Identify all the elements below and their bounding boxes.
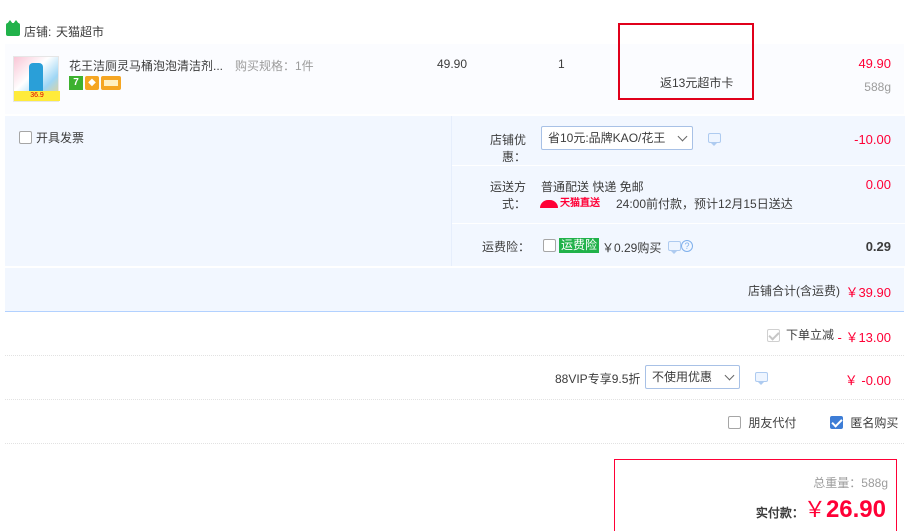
shop-header: 店铺: 天猫超市 (0, 18, 909, 44)
rebate-text: 返13元超市卡 (660, 76, 734, 90)
vip-label: 88VIP专享9.5折 (555, 372, 641, 386)
shipping-method: 普通配送 快递 免邮 (541, 180, 644, 194)
shop-subtotal: 店铺合计(含运费) ￥39.90 (5, 268, 904, 312)
help-icon[interactable]: ? (681, 240, 693, 252)
message-icon[interactable] (668, 241, 681, 254)
message-icon[interactable] (708, 133, 721, 146)
instant-cut-label: 下单立减 (786, 328, 835, 342)
insurance-row: 运费险： 运费险 ￥0.29购买 ? 0.29 (452, 224, 905, 266)
anonymous-option[interactable]: 匿名购买 (830, 414, 898, 431)
shop-discount-row: 店铺优惠： 省10元:品牌KAO/花王 -10.00 (452, 116, 905, 165)
invoice-section: 开具发票 (5, 116, 451, 266)
message-icon[interactable] (755, 372, 768, 385)
instant-cut-checkbox (767, 329, 780, 343)
final-pay-label: 实付款： (755, 506, 804, 520)
friend-pay-label: 朋友代付 (748, 416, 797, 430)
shop-label: 店铺: (24, 25, 52, 39)
quantity: 1 (558, 57, 565, 71)
currency-symbol: ￥ (803, 497, 826, 522)
shop-discount-select[interactable]: 省10元:品牌KAO/花王 (541, 126, 693, 150)
tmall-shop-icon (6, 20, 20, 36)
shop-discount-label: 店铺优惠： (489, 133, 526, 164)
vip-discount-select[interactable]: 不使用优惠 (645, 365, 740, 389)
instant-cut-row: 下单立减 - ￥13.00 (5, 313, 904, 355)
item-weight: 588g (864, 80, 891, 94)
insurance-tag: 运费险 (559, 238, 600, 253)
insurance-price: ￥0.29购买 (602, 241, 662, 255)
total-weight: 总重量：588g (813, 476, 888, 490)
shipping-row: 运送方式： 普通配送 快递 免邮 天猫直送 24:00前付款，预计12月15日送… (452, 166, 905, 223)
insurance-checkbox[interactable] (543, 239, 556, 252)
vip-discount-row: 88VIP专享9.5折 不使用优惠 ￥ -0.00 (5, 356, 904, 399)
vip-amount: ￥ -0.00 (844, 373, 891, 388)
instant-cut-amount: - ￥13.00 (837, 330, 891, 345)
unit-price: 49.90 (437, 57, 468, 71)
shipping-label: 运送方式： (489, 180, 526, 211)
invoice-checkbox-label[interactable]: 开具发票 (19, 129, 84, 146)
insurance-amount: 0.29 (865, 239, 891, 254)
chevron-down-icon (677, 131, 688, 142)
order-options: 开具发票 店铺优惠： 省10元:品牌KAO/花王 -10.00 运送方式： 普通… (5, 116, 905, 266)
thumb-price: 36.9 (14, 91, 60, 101)
service-badges: 7 ◆ (69, 76, 123, 90)
shipping-eta: 24:00前付款，预计12月15日送达 (616, 197, 793, 211)
service-guarantee-icon[interactable]: ◆ (85, 76, 99, 90)
divider (5, 443, 904, 444)
shop-discount-value: 省10元:品牌KAO/花王 (548, 131, 666, 145)
shop-name-link[interactable]: 天猫超市 (56, 23, 104, 40)
friend-pay-option[interactable]: 朋友代付 (728, 414, 796, 431)
product-thumbnail[interactable]: 36.9 (13, 56, 60, 102)
item-total: 49.90 (858, 56, 891, 71)
final-payment: 实付款：￥26.90 (756, 492, 886, 524)
anonymous-checkbox[interactable] (830, 416, 843, 429)
subtotal-label: 店铺合计(含运费) (748, 284, 840, 298)
shop-discount-amount: -10.00 (854, 132, 891, 147)
pay-options-row: 朋友代付 匿名购买 (5, 400, 904, 443)
product-image (29, 63, 43, 93)
shop-options: 店铺优惠： 省10元:品牌KAO/花王 -10.00 运送方式： 普通配送 快递… (451, 116, 905, 266)
friend-pay-checkbox[interactable] (728, 416, 741, 429)
vip-discount-value: 不使用优惠 (652, 370, 713, 384)
invoice-checkbox[interactable] (19, 131, 32, 144)
final-amount: 26.90 (825, 496, 886, 523)
card-payment-icon[interactable] (101, 76, 121, 90)
invoice-label: 开具发票 (36, 131, 85, 145)
tmall-direct-logo: 天猫直送 (540, 198, 600, 210)
product-title-link[interactable]: 花王洁厕灵马桶泡泡清洁剂... (69, 57, 229, 74)
shipping-amount: 0.00 (865, 177, 891, 192)
anonymous-label: 匿名购买 (850, 416, 899, 430)
insurance-label: 运费险： (481, 240, 530, 254)
order-item-row: 36.9 花王洁厕灵马桶泡泡清洁剂... 购买规格：1件 7 ◆ 49.90 1 … (5, 23, 904, 114)
final-payment-box: 总重量：588g 实付款：￥26.90 (614, 459, 897, 531)
seven-day-return-icon[interactable]: 7 (69, 76, 83, 90)
chevron-down-icon (724, 370, 735, 381)
subtotal-amount: ￥39.90 (845, 285, 891, 300)
product-spec: 购买规格：1件 (235, 59, 314, 73)
